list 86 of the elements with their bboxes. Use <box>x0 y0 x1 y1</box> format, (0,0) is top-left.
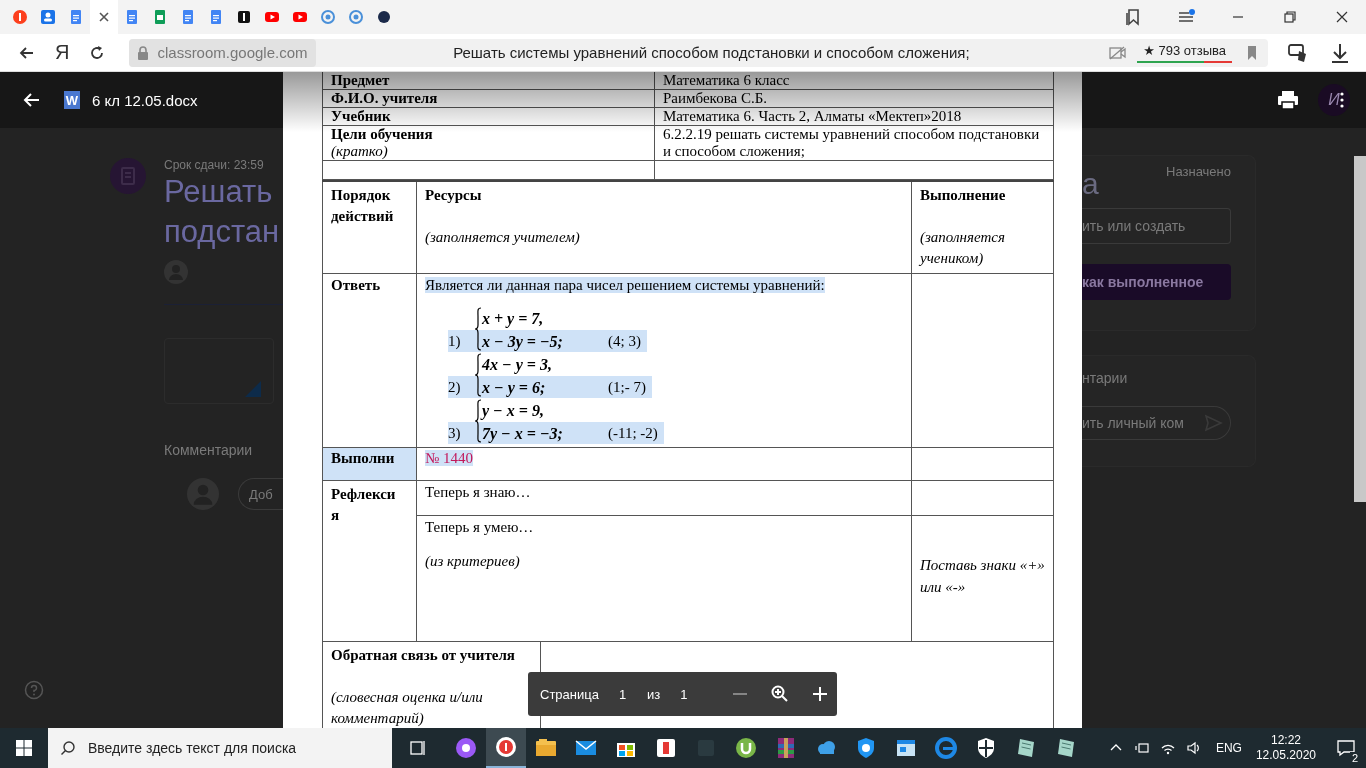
language-indicator[interactable]: ENG <box>1215 741 1242 755</box>
task-view-icon[interactable] <box>408 738 428 758</box>
number-pair: (1;- 7) <box>608 378 646 396</box>
favicon-icon <box>152 9 168 25</box>
table-cell: Ф.И.О. учителя <box>322 89 655 108</box>
file-corner-icon <box>245 381 261 397</box>
favicon-icon <box>40 9 56 25</box>
table-cell: Выполнение (заполняется учеником) <box>911 181 1054 274</box>
table-cell: Ответь <box>322 273 417 448</box>
clock-date: 12.05.2020 <box>1255 748 1316 763</box>
table-cell: Учебник <box>322 107 655 126</box>
notification-count: 2 <box>1349 752 1360 764</box>
mark-done-button[interactable]: как выполненное <box>1082 264 1231 300</box>
more-icon[interactable] <box>1340 92 1344 108</box>
taskbar-app-icon[interactable] <box>486 728 526 768</box>
comments-heading: нтарии <box>1082 370 1129 386</box>
add-button[interactable]: ить или создать <box>1082 208 1231 244</box>
page-total: 1 <box>680 686 689 702</box>
file-name: 6 кл 12.05.docx <box>92 91 198 109</box>
equation: x − 3y = −5; <box>482 332 564 350</box>
table-cell: Теперь я знаю… <box>416 480 912 516</box>
table-cell: Теперь я умею… (из критериев) <box>416 515 912 642</box>
word-file-icon: W <box>64 91 80 109</box>
table-cell: Математика 6. Часть 2, Алматы «Мектеп»2018 <box>654 107 1054 126</box>
equation: x + y = 7, <box>482 309 544 327</box>
home-button[interactable]: Я <box>55 41 70 64</box>
domain-text: classroom.google.com <box>129 38 316 67</box>
address-field[interactable]: classroom.google.com Решать системы уравнений способом подстановки и способом сложения; ★ 793 отзыва <box>129 38 1268 67</box>
favicon-icon <box>264 9 280 25</box>
favicon-icon <box>208 9 224 25</box>
power-icon[interactable] <box>1133 740 1150 756</box>
windows-start-icon[interactable] <box>16 740 32 756</box>
instruction-text: Поставь знаки «+» или «-» <box>920 557 1045 595</box>
private-comment-field[interactable]: ить личный ком <box>1082 406 1231 440</box>
user-avatar[interactable]: И <box>1318 84 1350 116</box>
number-pair: (-11; -2) <box>608 424 658 442</box>
item-number: 1) <box>448 332 462 350</box>
favicon-icon <box>68 9 84 25</box>
favicon-icon <box>320 9 336 25</box>
equation: 7y − x = −3; <box>482 424 564 442</box>
item-number: 2) <box>448 378 462 396</box>
scrollbar[interactable] <box>1354 156 1366 502</box>
page-number[interactable]: 1 <box>618 686 627 702</box>
favicon-icon <box>124 9 140 25</box>
favicon-icon <box>236 9 252 25</box>
assignment-title: Решать <box>164 173 273 211</box>
item-number: 3) <box>448 424 462 442</box>
favicon-icon <box>180 9 196 25</box>
comments-heading: Комментарии <box>164 442 253 458</box>
equation: 4x − y = 3, <box>482 355 552 373</box>
status-text: Назначено <box>1166 164 1231 179</box>
curly-brace <box>474 399 482 443</box>
clock-time: 12:22 <box>1270 733 1301 748</box>
question-text: Является ли данная пара чисел решением системы уравнений: <box>425 277 825 293</box>
table-cell: Порядок действий <box>322 181 417 274</box>
table-cell: Ресурсы (заполняется учителем) <box>416 181 912 274</box>
assignment-title: подстан <box>164 213 280 251</box>
equation: y − x = 9, <box>482 401 544 419</box>
number-pair: (4; 3) <box>608 332 641 350</box>
card-title: а <box>1082 170 1099 198</box>
curly-brace <box>474 307 482 351</box>
reviews-badge[interactable]: ★ 793 отзыва <box>1137 42 1232 63</box>
favicon-icon <box>376 9 392 25</box>
due-text: Срок сдачи: 23:59 <box>164 158 264 172</box>
table-cell: Цели обучения (кратко) <box>322 125 655 161</box>
volume-icon[interactable] <box>1185 740 1202 756</box>
table-cell: 6.2.2.19 решать системы уравнений способом подстановки и способом сложения; <box>654 125 1054 161</box>
print-icon[interactable] <box>1276 88 1300 112</box>
favicon-icon <box>292 9 308 25</box>
exercise-number: № 1440 <box>425 450 474 466</box>
table-cell: Рефлексия <box>322 480 417 642</box>
equation: x − y = 6; <box>482 378 547 396</box>
taskbar-search-field[interactable]: Введите здесь текст для поиска <box>48 728 392 768</box>
page-title: Решать системы уравнений способом подстановки и способом сложения; <box>452 44 971 61</box>
table-cell: Предмет <box>322 72 655 90</box>
favicon-icon <box>12 9 28 25</box>
comment-field[interactable]: Доб <box>238 478 283 510</box>
assignment-icon <box>110 158 146 194</box>
table-cell: Выполни <box>322 447 417 481</box>
page-of-label: из <box>646 686 661 702</box>
page-label: Страница <box>540 686 599 702</box>
favicon-icon <box>348 9 364 25</box>
curly-brace <box>474 353 482 397</box>
table-cell: Математика 6 класс <box>654 72 1054 90</box>
lock-icon <box>137 45 150 60</box>
table-cell: Раимбекова С.Б. <box>654 89 1054 108</box>
